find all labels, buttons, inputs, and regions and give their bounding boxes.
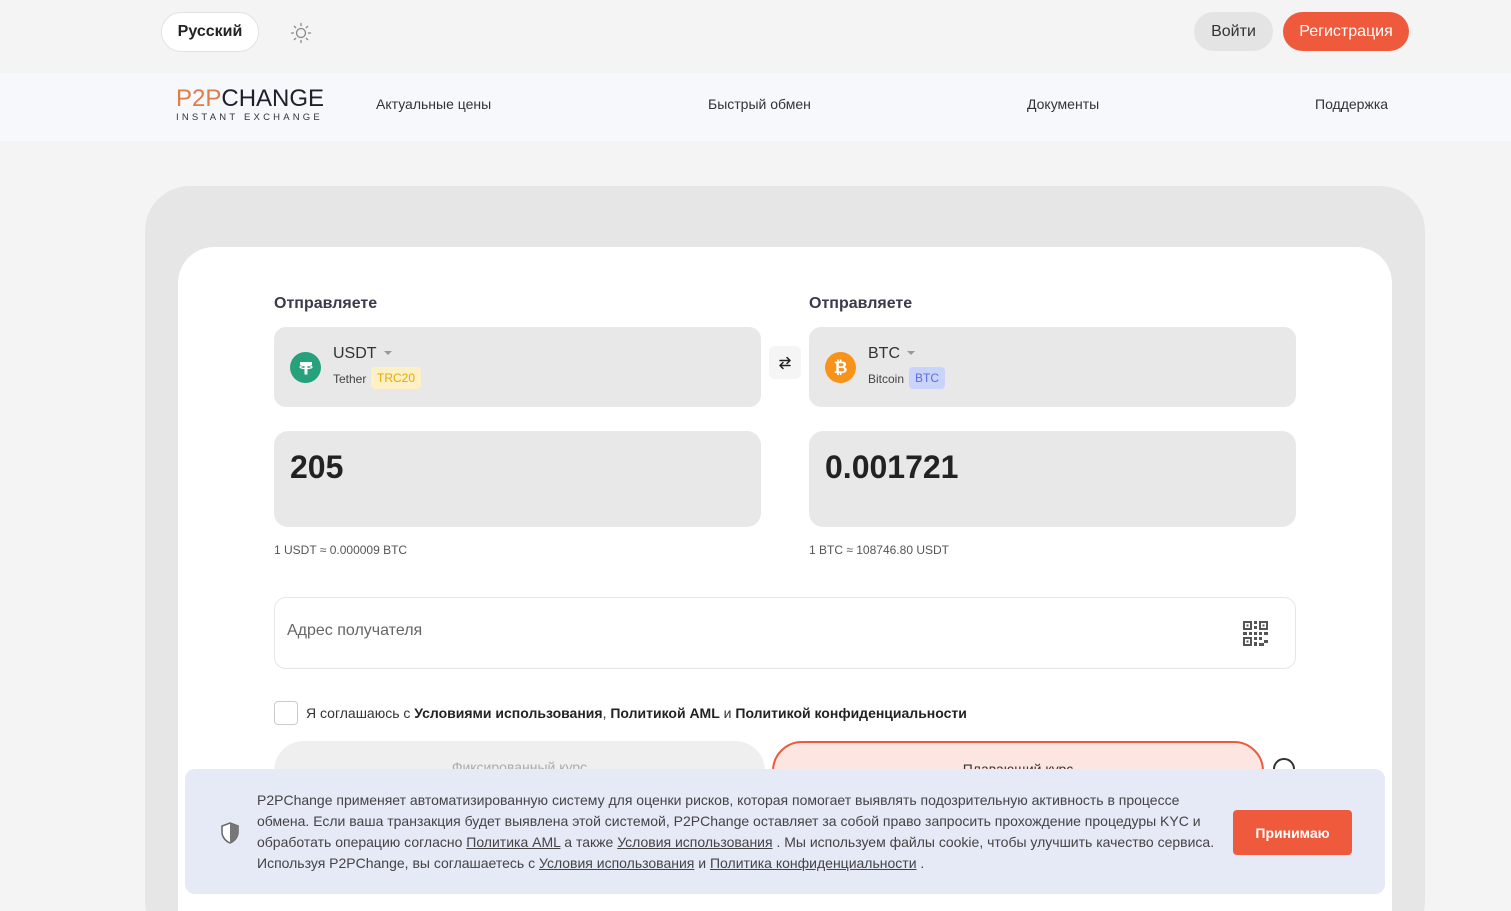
chevron-down-icon [384, 351, 392, 355]
nav-quick-exchange[interactable]: Быстрый обмен [708, 96, 811, 112]
language-selector[interactable]: Русский [161, 12, 259, 52]
aml-link[interactable]: Политикой AML [610, 705, 719, 721]
to-network-badge: BTC [909, 367, 945, 389]
from-currency-name: Tether [333, 372, 367, 386]
to-currency-name: Bitcoin [868, 372, 905, 386]
terms-of-use-link-2[interactable]: Условия использования [539, 855, 694, 871]
qr-code-icon[interactable] [1243, 621, 1268, 646]
logo[interactable]: P2PCHANGE INSTANT EXCHANGE [176, 87, 336, 127]
from-currency-code: USDT [333, 345, 377, 362]
login-button[interactable]: Войти [1194, 12, 1273, 51]
swap-button[interactable] [769, 346, 801, 379]
to-currency-select[interactable]: ₿ BTC Bitcoin BTC [809, 327, 1296, 407]
from-currency-select[interactable]: USDT Tether TRC20 [274, 327, 761, 407]
receive-amount-field[interactable]: 0.001721 [809, 431, 1296, 527]
shield-icon [221, 822, 239, 844]
agree-checkbox[interactable] [274, 701, 298, 725]
privacy-link[interactable]: Политикой конфиденциальности [735, 705, 967, 721]
agree-comma: , [602, 705, 607, 721]
send-amount-field[interactable]: 205 [274, 431, 761, 527]
logo-change: CHANGE [221, 85, 325, 112]
logo-tagline: INSTANT EXCHANGE [176, 112, 323, 123]
receive-amount-value: 0.001721 [825, 449, 959, 485]
bitcoin-icon: ₿ [825, 352, 856, 383]
nav-prices[interactable]: Актуальные цены [376, 96, 491, 112]
chevron-down-icon [907, 351, 915, 355]
register-button[interactable]: Регистрация [1283, 12, 1409, 51]
main-nav: P2PCHANGE INSTANT EXCHANGE Актуальные це… [0, 73, 1511, 141]
top-bar: Русский Войти Регистрация [0, 0, 1511, 73]
agree-and: и [723, 705, 732, 721]
terms-link[interactable]: Условиями использования [414, 705, 602, 721]
send-amount-value: 205 [290, 449, 344, 485]
recipient-address-box [274, 597, 1296, 669]
privacy-policy-link[interactable]: Политика конфиденциальности [710, 855, 917, 871]
agree-prefix: Я соглашаюсь с [306, 705, 411, 721]
theme-toggle[interactable] [288, 20, 314, 46]
cookie-banner: P2PChange применяет автоматизированную с… [185, 769, 1385, 894]
cookie-message: P2PChange применяет автоматизированную с… [257, 792, 1215, 871]
recipient-address-input[interactable] [287, 622, 1187, 640]
aml-policy-link[interactable]: Политика AML [466, 834, 560, 850]
from-network-badge: TRC20 [371, 367, 422, 389]
send-label-left: Отправляете [274, 295, 378, 312]
logo-p2p: P2P [176, 85, 222, 112]
sun-icon [290, 22, 312, 44]
nav-documents[interactable]: Документы [1027, 96, 1099, 112]
swap-arrows-icon [779, 356, 791, 369]
to-currency-code: BTC [868, 345, 900, 362]
from-rate: 1 USDT ≈ 0.000009 BTC [274, 543, 408, 557]
tether-icon [290, 352, 321, 383]
send-label-right: Отправляете [809, 295, 913, 312]
nav-support[interactable]: Поддержка [1315, 96, 1388, 112]
accept-cookies-button[interactable]: Принимаю [1233, 810, 1352, 855]
terms-of-use-link[interactable]: Условия использования [617, 834, 772, 850]
agreement-row: Я соглашаюсь с Условиями использования, … [274, 701, 967, 725]
to-rate: 1 BTC ≈ 108746.80 USDT [809, 543, 949, 557]
